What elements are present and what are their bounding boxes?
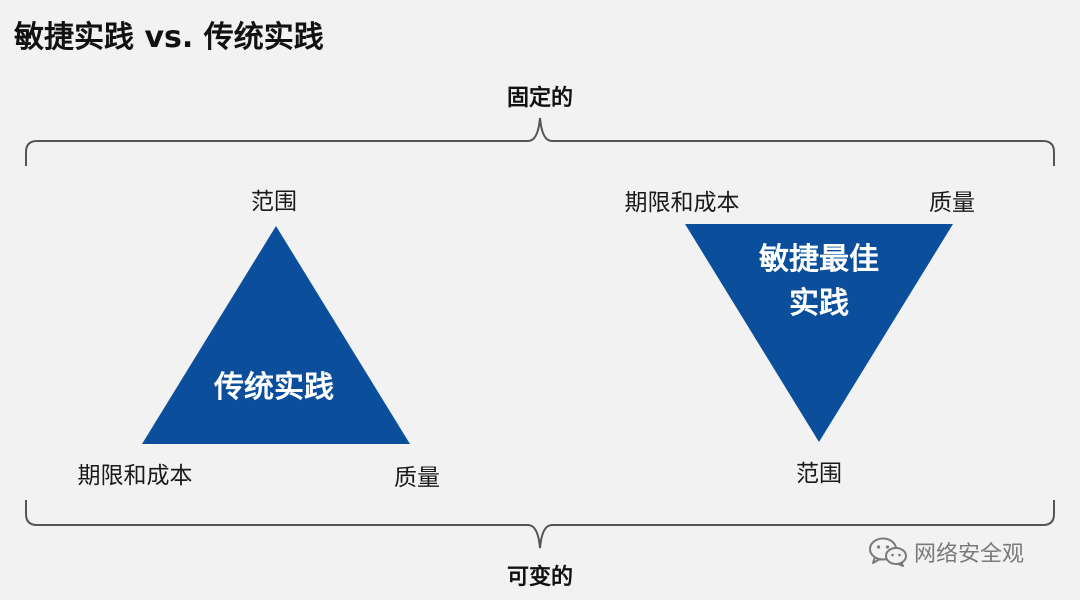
wechat-icon (869, 537, 907, 567)
traditional-top-label: 范围 (251, 189, 297, 215)
traditional-center-label: 传统实践 (214, 370, 334, 405)
agile-top-right-label: 质量 (929, 190, 975, 216)
watermark-text: 网络安全观 (914, 542, 1025, 567)
top-brace (25, 117, 1055, 166)
bottom-brace-label: 可变的 (506, 565, 574, 590)
agile-bottom-label: 范围 (796, 461, 842, 487)
traditional-triangle (142, 226, 410, 444)
agile-top-left-label: 期限和成本 (624, 190, 740, 216)
traditional-bottom-left-label: 期限和成本 (77, 463, 193, 489)
agile-center-label: 敏捷最佳 实践 (759, 238, 879, 326)
traditional-bottom-right-label: 质量 (394, 465, 440, 491)
agile-center-line2: 实践 (789, 286, 849, 321)
watermark: 网络安全观 (868, 536, 1024, 568)
top-brace-label: 固定的 (506, 86, 574, 111)
agile-center-line1: 敏捷最佳 (759, 242, 879, 277)
